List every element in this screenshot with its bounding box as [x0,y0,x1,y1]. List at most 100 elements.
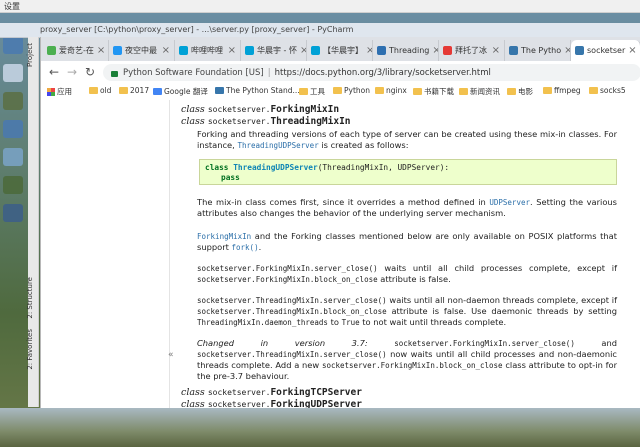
folder-icon [459,88,468,95]
close-icon[interactable]: × [492,45,500,56]
desktop-app-icon[interactable] [3,92,23,110]
bookmark-folder[interactable]: nginx [375,86,407,95]
paragraph-text: is created as follows: [321,140,409,150]
bookmark-label: Python [344,86,370,95]
module-prefix: socketserver. [207,105,271,114]
address-bar[interactable]: Python Software Foundation [US] | https:… [103,64,640,81]
page-content: « class socketserver. ForkingMixIn class … [41,100,640,408]
bookmark-label: 书籍下载 [424,87,454,96]
browser-tab[interactable]: 拜托了冰 × [439,40,505,61]
forward-icon[interactable]: → [65,65,79,79]
pycharm-title: proxy_server [C:\python\proxy_server] - … [40,25,354,34]
paragraph: Forking and threading versions of each t… [197,129,617,151]
paragraph-text: to not wait until threads complete. [362,317,507,327]
browser-tab-active[interactable]: socketser × [571,40,640,61]
bookmark-folder[interactable]: 书籍下载 [413,86,454,97]
browser-tab[interactable]: 华晨宇 - 怀× [241,40,307,61]
desktop-app-icon[interactable] [3,64,23,82]
browser-tab[interactable]: The Pytho× [505,40,571,61]
tab-label: 华晨宇 - 怀 [257,46,297,55]
bookmark-folder[interactable]: ffmpeg [543,86,581,95]
desktop-app-icon[interactable] [3,148,23,166]
bookmark-folder[interactable]: 新闻资讯 [459,86,500,97]
inline-code: socketserver.ThreadingMixIn.server_close… [197,296,387,305]
tab-label: Threading [389,46,430,55]
folder-icon [543,87,552,94]
browser-tab[interactable]: 哔哩哔哩 × [175,40,241,61]
close-icon[interactable]: × [432,45,438,56]
class-name: ThreadingMixIn [270,116,351,127]
pycharm-title-bar: proxy_server [C:\python\proxy_server] - … [0,23,640,38]
tab-label: 夜空中最 [125,46,157,55]
bookmark-label: 应用 [57,87,72,96]
paragraph: ForkingMixIn and the Forking classes men… [197,231,617,253]
desktop-app-icon[interactable] [3,120,23,138]
bookmark-folder[interactable]: socks5 [589,86,626,95]
doc-link[interactable]: UDPServer [489,198,530,207]
desktop-app-icon[interactable] [3,36,23,54]
paragraph-text: to [330,317,339,327]
paragraph-text: . [258,242,262,252]
reload-icon[interactable]: ↻ [83,65,97,79]
bookmark-item[interactable]: The Python Stand... [215,86,300,95]
close-icon[interactable]: × [97,45,105,56]
browser-tab[interactable]: 【华晨宇】× [307,40,373,61]
bookmark-label: socks5 [600,86,626,95]
bookmark-folder[interactable]: Python [333,86,370,95]
desktop-app-icon[interactable] [3,204,23,222]
bookmark-folder[interactable]: old [89,86,111,95]
paragraph-text: attribute is false. Use daemonic threads… [391,306,617,316]
tab-label: 拜托了冰 [455,46,487,55]
class-keyword: class [181,387,205,398]
close-icon[interactable]: × [564,45,570,56]
bookmark-folder[interactable]: 工具 [299,86,325,97]
inline-code: socketserver.ForkingMixIn.block_on_close [321,361,503,370]
desktop-title-bar: 设置 [0,0,640,13]
site-identity[interactable]: Python Software Foundation [US] [123,68,264,78]
close-icon[interactable]: × [228,45,236,56]
browser-toolbar: ← → ↻ Python Software Foundation [US] | … [41,61,640,85]
back-icon[interactable]: ← [47,65,61,79]
folder-icon [375,87,384,94]
url-text[interactable]: https://docs.python.org/3/library/socket… [275,68,491,78]
doc-link[interactable]: ForkingMixIn [197,232,251,241]
collapse-sidebar-icon[interactable]: « [168,350,174,360]
desktop-app-icon[interactable] [3,176,23,194]
bookmark-apps[interactable]: 应用 [47,86,72,97]
doc-link[interactable]: fork() [232,243,259,252]
folder-icon [299,88,308,95]
paragraph: socketserver.ThreadingMixIn.server_close… [197,295,617,328]
version-changed-label: Changed in version 3.7: [197,338,368,348]
close-icon[interactable]: × [300,45,306,56]
doc-link[interactable]: ThreadingUDPServer [237,141,318,150]
browser-tab[interactable]: 爱奇艺-在 × [43,40,109,61]
tab-favicon-icon [377,46,386,55]
close-icon[interactable]: × [628,45,636,56]
desktop-icons [0,12,28,312]
pycharm-structure-tab[interactable]: 2: Structure [26,277,34,319]
close-icon[interactable]: × [366,45,372,56]
paragraph: The mix-in class comes first, since it o… [197,197,617,219]
bookmark-folder[interactable]: 电影 [507,86,533,97]
tab-favicon-icon [443,46,452,55]
close-icon[interactable]: × [162,45,170,56]
pycharm-project-tab[interactable]: Project [26,43,34,67]
pycharm-favorites-tab[interactable]: 2: Favorites [26,329,34,370]
folder-icon [119,87,128,94]
browser-tab[interactable]: Threading× [373,40,439,61]
tab-strip: 爱奇艺-在× 夜空中最× 哔哩哔哩× 华晨宇 - 怀× 【华晨宇】× Threa… [41,37,640,61]
class-name: ForkingTCPServer [270,387,362,398]
folder-icon [507,88,516,95]
class-signature: class socketserver.ThreadingMixIn [181,116,351,127]
version-note: Changed in version 3.7: socketserver.For… [197,338,617,382]
bookmark-folder[interactable]: 2017 [119,86,149,95]
class-keyword: class [181,399,205,408]
bookmark-label: ffmpeg [554,86,581,95]
tab-favicon-icon [113,46,122,55]
class-name: ForkingUDPServer [270,399,362,408]
tab-favicon-icon [245,46,254,55]
bookmark-label: 2017 [130,86,150,95]
browser-tab[interactable]: 夜空中最 × [109,40,175,61]
code-line: class ThreadingUDPServer(ThreadingMixIn,… [205,163,611,173]
bookmark-item[interactable]: Google 翻译 [153,86,208,97]
